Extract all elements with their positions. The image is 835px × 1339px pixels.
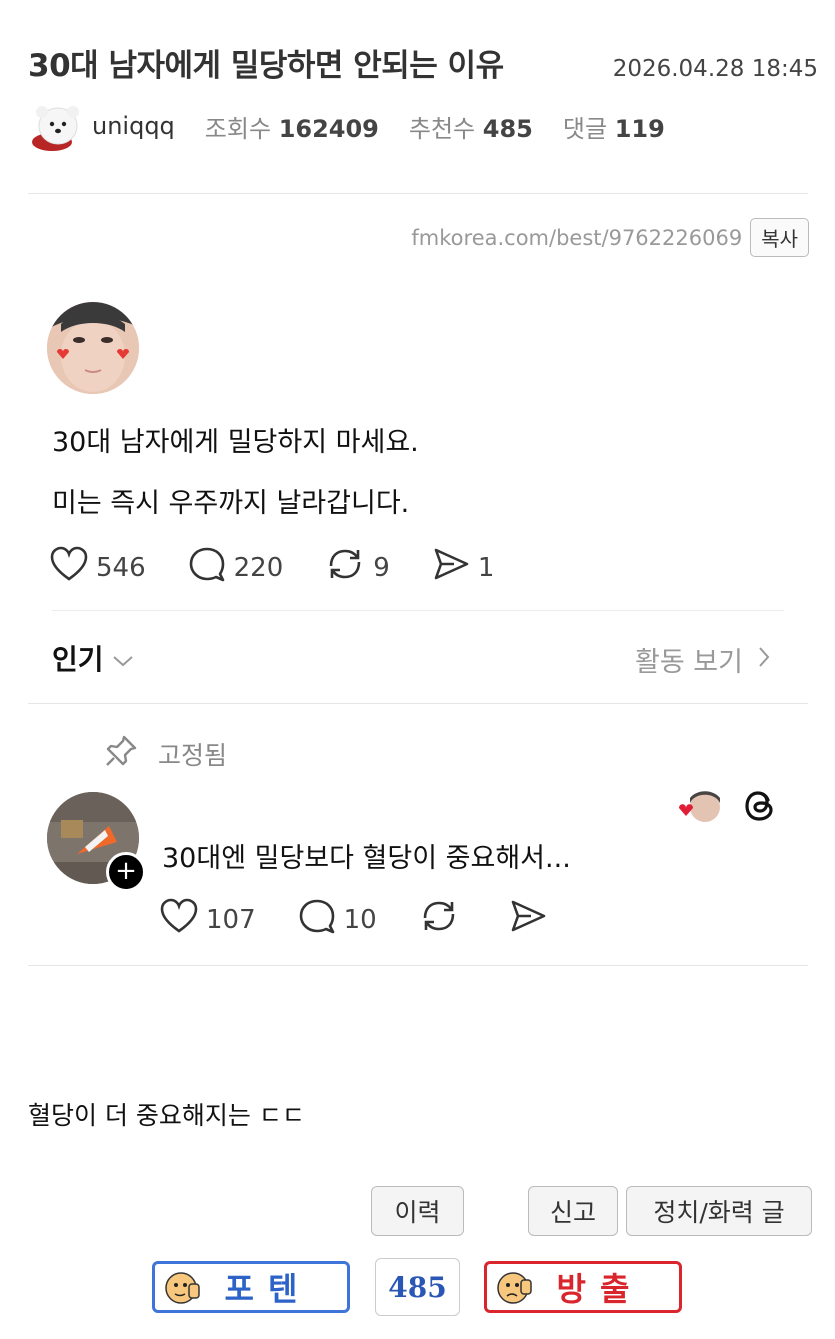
repost-icon (419, 898, 467, 941)
pin-icon (104, 734, 138, 774)
title-row: 30대 남자에게 밀당하면 안되는 이유 2026.04.28 18:45 (28, 40, 818, 85)
post-body: 혈당이 더 중요해지는 ㄷㄷ (28, 1101, 305, 1130)
comment-text: 30대엔 밀당보다 혈당이 중요해서... (162, 843, 571, 874)
repost-button[interactable]: 9 (325, 546, 390, 589)
share-button[interactable]: 1 (432, 546, 495, 589)
divider (28, 965, 808, 966)
divider (28, 703, 808, 704)
downvote-label: 방출 (556, 1270, 644, 1308)
comment-like-count: 107 (206, 904, 256, 935)
reply-button[interactable]: 220 (188, 546, 284, 589)
chevron-right-icon (757, 644, 771, 675)
heart-icon (160, 898, 206, 941)
comment-header-icons (677, 788, 777, 828)
chevron-down-icon (112, 642, 134, 675)
author-name[interactable]: uniqqq (92, 112, 175, 140)
thumbs-down-face-icon (497, 1270, 533, 1306)
comment-like-button[interactable]: 107 (160, 898, 256, 941)
like-count: 546 (96, 552, 146, 583)
copy-url-button[interactable]: 복사 (750, 218, 809, 257)
reply-count: 220 (233, 552, 284, 583)
pinned-label: 고정됨 (158, 741, 228, 770)
threads-post-line-2: 미는 즉시 우주까지 날라갑니다. (52, 488, 410, 519)
like-button[interactable]: 546 (50, 546, 146, 589)
sort-label: 인기 (52, 643, 104, 676)
url-row: fmkorea.com/best/9762226069 복사 (411, 218, 809, 257)
activity-label: 활동 보기 (635, 647, 743, 678)
send-icon (509, 898, 555, 941)
recommend-count: 추천수 485 (408, 114, 533, 143)
threads-author-avatar[interactable] (47, 302, 139, 394)
repost-icon (325, 546, 373, 589)
author-avatar[interactable] (30, 98, 86, 154)
comment-share-button[interactable] (509, 898, 555, 941)
thumbs-up-face-icon (165, 1270, 201, 1306)
comment-repost-button[interactable] (419, 898, 467, 941)
follow-button[interactable]: + (106, 852, 146, 892)
sort-dropdown[interactable]: 인기 (52, 638, 134, 678)
repost-count: 9 (373, 552, 390, 583)
upvote-label: 포텐 (224, 1270, 312, 1308)
post-meta: uniqqq 조회수 162409 추천수 485 댓글 119 (30, 98, 695, 154)
comment-actions: 107 10 (160, 898, 597, 941)
share-count: 1 (477, 552, 495, 583)
comment-count: 댓글 119 (562, 114, 665, 143)
comment-bubble-icon (188, 546, 234, 589)
threads-post-actions: 546 220 9 1 (50, 546, 536, 589)
view-activity-link[interactable]: 활동 보기 (635, 640, 771, 679)
view-count: 조회수 162409 (204, 114, 379, 143)
politics-post-button[interactable]: 정치/화력 글 (626, 1186, 812, 1236)
downvote-button[interactable]: 방출 (484, 1261, 682, 1313)
send-icon (432, 546, 478, 589)
vote-count: 485 (375, 1258, 460, 1316)
upvote-button[interactable]: 포텐 (152, 1261, 350, 1313)
post-url[interactable]: fmkorea.com/best/9762226069 (411, 226, 742, 250)
divider (52, 610, 784, 611)
post-date: 2026.04.28 18:45 (612, 56, 818, 82)
liked-by-author-avatar (677, 790, 721, 826)
divider (28, 193, 808, 194)
threads-post-line-1: 30대 남자에게 밀당하지 마세요. (52, 427, 419, 458)
plus-icon: + (115, 856, 137, 886)
pinned-indicator: 고정됨 (104, 734, 227, 774)
comment-reply-count: 10 (343, 904, 377, 935)
heart-icon (50, 546, 96, 589)
report-button[interactable]: 신고 (528, 1186, 618, 1236)
comment-reply-button[interactable]: 10 (298, 898, 377, 941)
history-button[interactable]: 이력 (371, 1186, 464, 1236)
threads-icon[interactable] (743, 788, 777, 828)
comment-bubble-icon (298, 898, 344, 941)
post-title: 30대 남자에게 밀당하면 안되는 이유 (28, 48, 504, 84)
